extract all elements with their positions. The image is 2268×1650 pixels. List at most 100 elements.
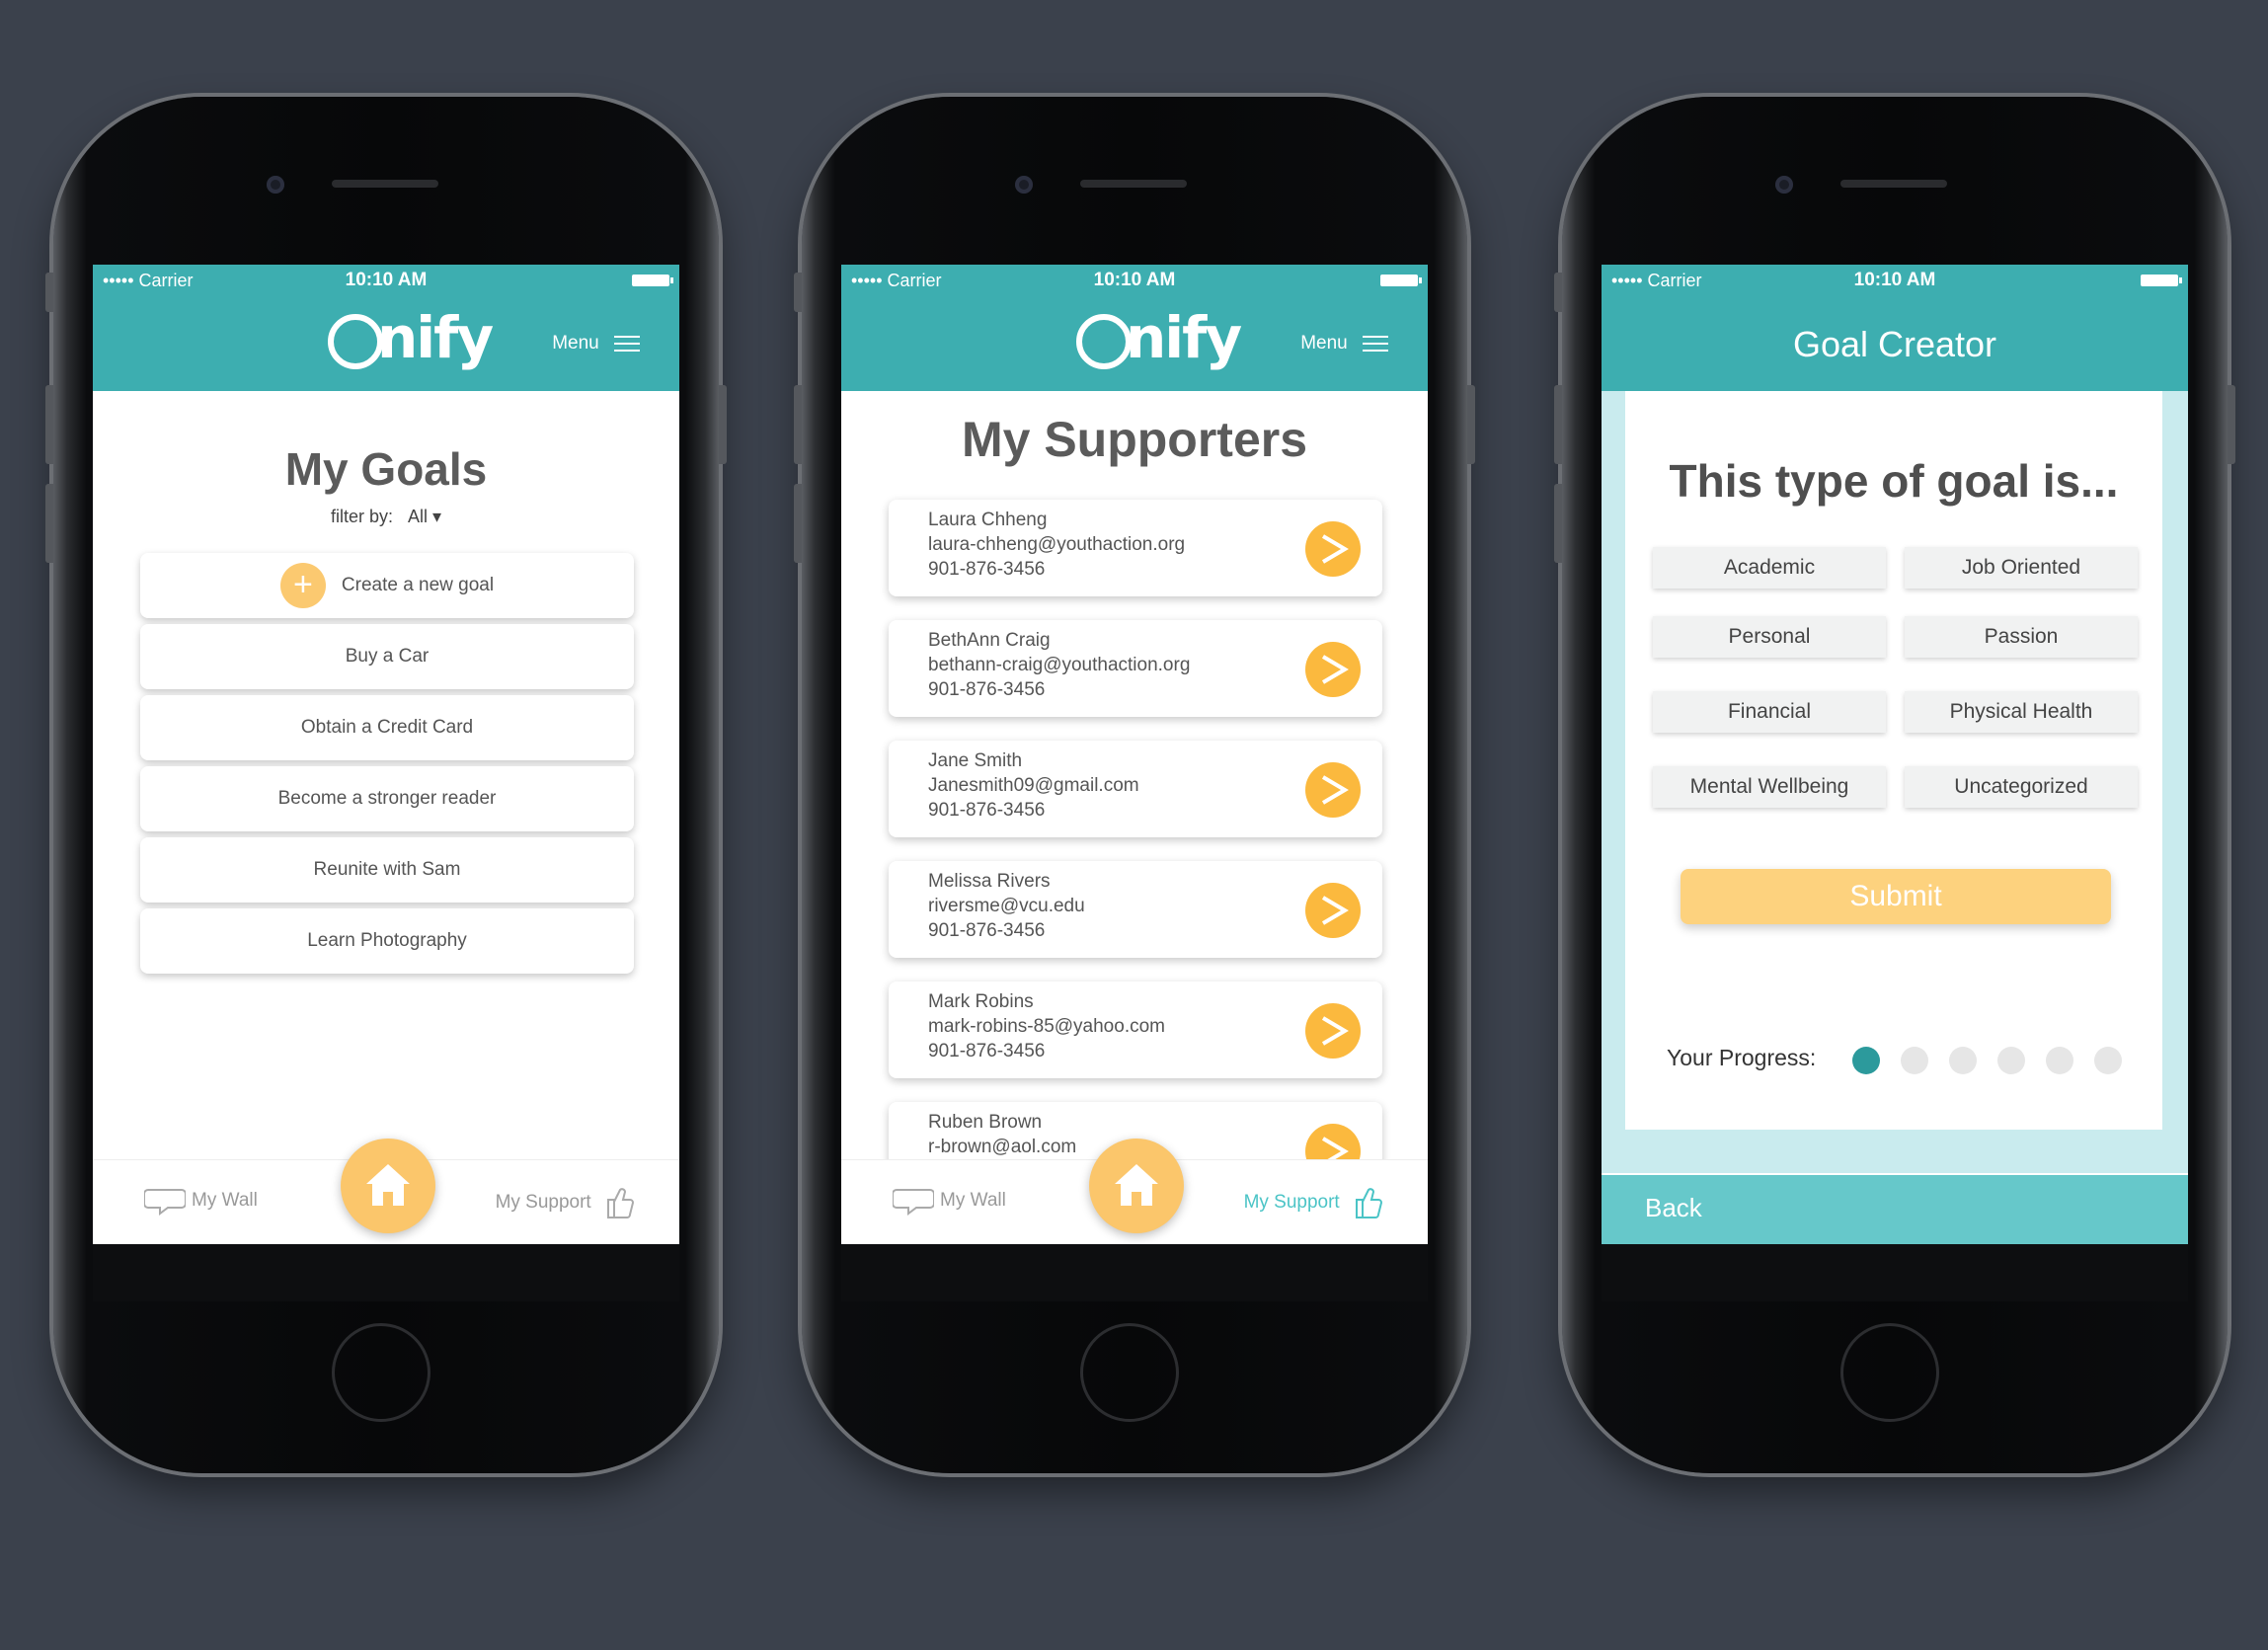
supporter-card[interactable]: Laura Chheng laura-chheng@youthaction.or… [889,500,1382,596]
supporter-phone: 901-876-3456 [928,559,1046,580]
supporter-email: bethann-craig@youthaction.org [928,655,1191,675]
menu-label: Menu [1300,333,1348,354]
nav-my-wall[interactable]: My Wall [892,1186,1006,1216]
thumbs-up-icon [1356,1188,1383,1218]
supporter-info: Laura Chheng laura-chheng@youthaction.or… [928,508,1185,582]
screen: ••••• Carrier 10:10 AM nify Menu My Supp… [841,265,1428,1301]
option-academic[interactable]: Academic [1653,547,1886,589]
open-supporter-button[interactable] [1305,521,1361,577]
chevron-right-icon [1321,775,1349,805]
nav-my-support[interactable]: My Support [496,1186,635,1219]
goal-item[interactable]: Learn Photography [140,908,634,974]
logo-u-icon [1076,313,1132,369]
chat-bubble-icon [143,1189,187,1216]
supporter-info: Melissa Rivers riversme@vcu.edu 901-876-… [928,869,1085,943]
filter: filter by: All ▾ [93,507,679,527]
supporter-card[interactable]: Jane Smith Janesmith09@gmail.com 901-876… [889,741,1382,837]
hamburger-icon [1363,331,1388,356]
supporter-phone: 901-876-3456 [928,920,1046,941]
create-goal-label: Create a new goal [341,575,495,595]
option-passion[interactable]: Passion [1905,616,2138,658]
bottom-nav: My Wall My Support [841,1139,1428,1244]
status-time: 10:10 AM [1093,270,1176,290]
device-home-button [1840,1323,1939,1422]
supporter-phone: 901-876-3456 [928,800,1046,821]
supporter-card[interactable]: Mark Robins mark-robins-85@yahoo.com 901… [889,982,1382,1078]
mute-switch [794,273,802,312]
power-button [719,385,727,464]
supporter-info: BethAnn Craig bethann-craig@youthaction.… [928,628,1190,702]
power-button [1467,385,1475,464]
progress-label: Your Progress: [1667,1045,1817,1070]
submit-button[interactable]: Submit [1681,869,2111,924]
unify-logo: nify [328,304,494,371]
chat-bubble-icon [892,1189,935,1216]
progress-dot [1852,1047,1880,1074]
supporter-email: Janesmith09@gmail.com [928,775,1139,796]
hamburger-icon [614,331,640,356]
option-mental-wellbeing[interactable]: Mental Wellbeing [1653,766,1886,808]
home-button[interactable] [341,1139,435,1233]
open-supporter-button[interactable] [1305,1003,1361,1059]
supporter-email: laura-chheng@youthaction.org [928,534,1186,555]
option-financial[interactable]: Financial [1653,691,1886,733]
volume-up-button [45,385,53,464]
status-time: 10:10 AM [345,270,428,290]
supporter-info: Ruben Brown r-brown@aol.com [928,1110,1076,1159]
camera-icon [1775,176,1793,194]
camera-icon [267,176,284,194]
supporter-card[interactable]: Melissa Rivers riversme@vcu.edu 901-876-… [889,861,1382,958]
thumbs-up-icon [607,1188,635,1218]
filter-dropdown[interactable]: All ▾ [408,507,441,526]
goal-item[interactable]: Obtain a Credit Card [140,695,634,760]
speaker-grille [1840,180,1947,188]
nav-my-support[interactable]: My Support [1243,1186,1383,1219]
nav-my-wall-label: My Wall [192,1190,258,1212]
back-button[interactable]: Back [1602,1175,2188,1244]
filter-label: filter by: [330,507,393,526]
back-label: Back [1645,1193,1702,1222]
open-supporter-button[interactable] [1305,883,1361,938]
progress-dot [2094,1047,2122,1074]
nav-my-support-label: My Support [1243,1192,1340,1214]
supporter-name: Jane Smith [928,750,1023,771]
create-goal-button[interactable]: + Create a new goal [140,553,634,618]
page-title: My Goals [284,443,488,495]
app-goal-creator: ••••• Carrier 10:10 AM Goal Creator This… [1602,265,2188,1244]
option-job-oriented[interactable]: Job Oriented [1905,547,2138,589]
goal-type-panel: This type of goal is... Academic Job Ori… [1625,391,2162,1130]
nav-my-wall-label: My Wall [940,1190,1006,1212]
option-uncategorized[interactable]: Uncategorized [1905,766,2138,808]
supporter-name: Melissa Rivers [928,871,1051,892]
menu-button[interactable]: Menu [552,331,640,356]
supporter-email: riversme@vcu.edu [928,896,1085,916]
volume-down-button [794,484,802,563]
home-icon [1115,1164,1158,1206]
app-header: ••••• Carrier 10:10 AM Goal Creator [1602,265,2188,391]
open-supporter-button[interactable] [1305,642,1361,697]
logo-text: nify [1126,304,1242,371]
goal-item[interactable]: Become a stronger reader [140,766,634,831]
supporter-card[interactable]: BethAnn Craig bethann-craig@youthaction.… [889,620,1382,717]
question-title: This type of goal is... [1669,455,2119,507]
app-header: ••••• Carrier 10:10 AM nify Menu [93,265,679,391]
supporter-email: mark-robins-85@yahoo.com [928,1016,1165,1037]
speaker-grille [1080,180,1187,188]
menu-button[interactable]: Menu [1300,331,1388,356]
status-time: 10:10 AM [1853,270,1936,290]
volume-down-button [1554,484,1562,563]
open-supporter-button[interactable] [1305,762,1361,818]
nav-my-wall[interactable]: My Wall [143,1186,258,1216]
logo-u-icon [328,313,383,369]
device-home-button [1080,1323,1179,1422]
goal-item[interactable]: Buy a Car [140,624,634,689]
option-physical-health[interactable]: Physical Health [1905,691,2138,733]
page-title: My Supporters [961,412,1308,467]
device-home-button [332,1323,430,1422]
option-personal[interactable]: Personal [1653,616,1886,658]
home-button[interactable] [1089,1139,1184,1233]
speaker-grille [332,180,438,188]
phone-goal-creator: ••••• Carrier 10:10 AM Goal Creator This… [1554,97,2235,1473]
status-bar: ••••• Carrier 10:10 AM [93,265,679,294]
goal-item[interactable]: Reunite with Sam [140,837,634,903]
